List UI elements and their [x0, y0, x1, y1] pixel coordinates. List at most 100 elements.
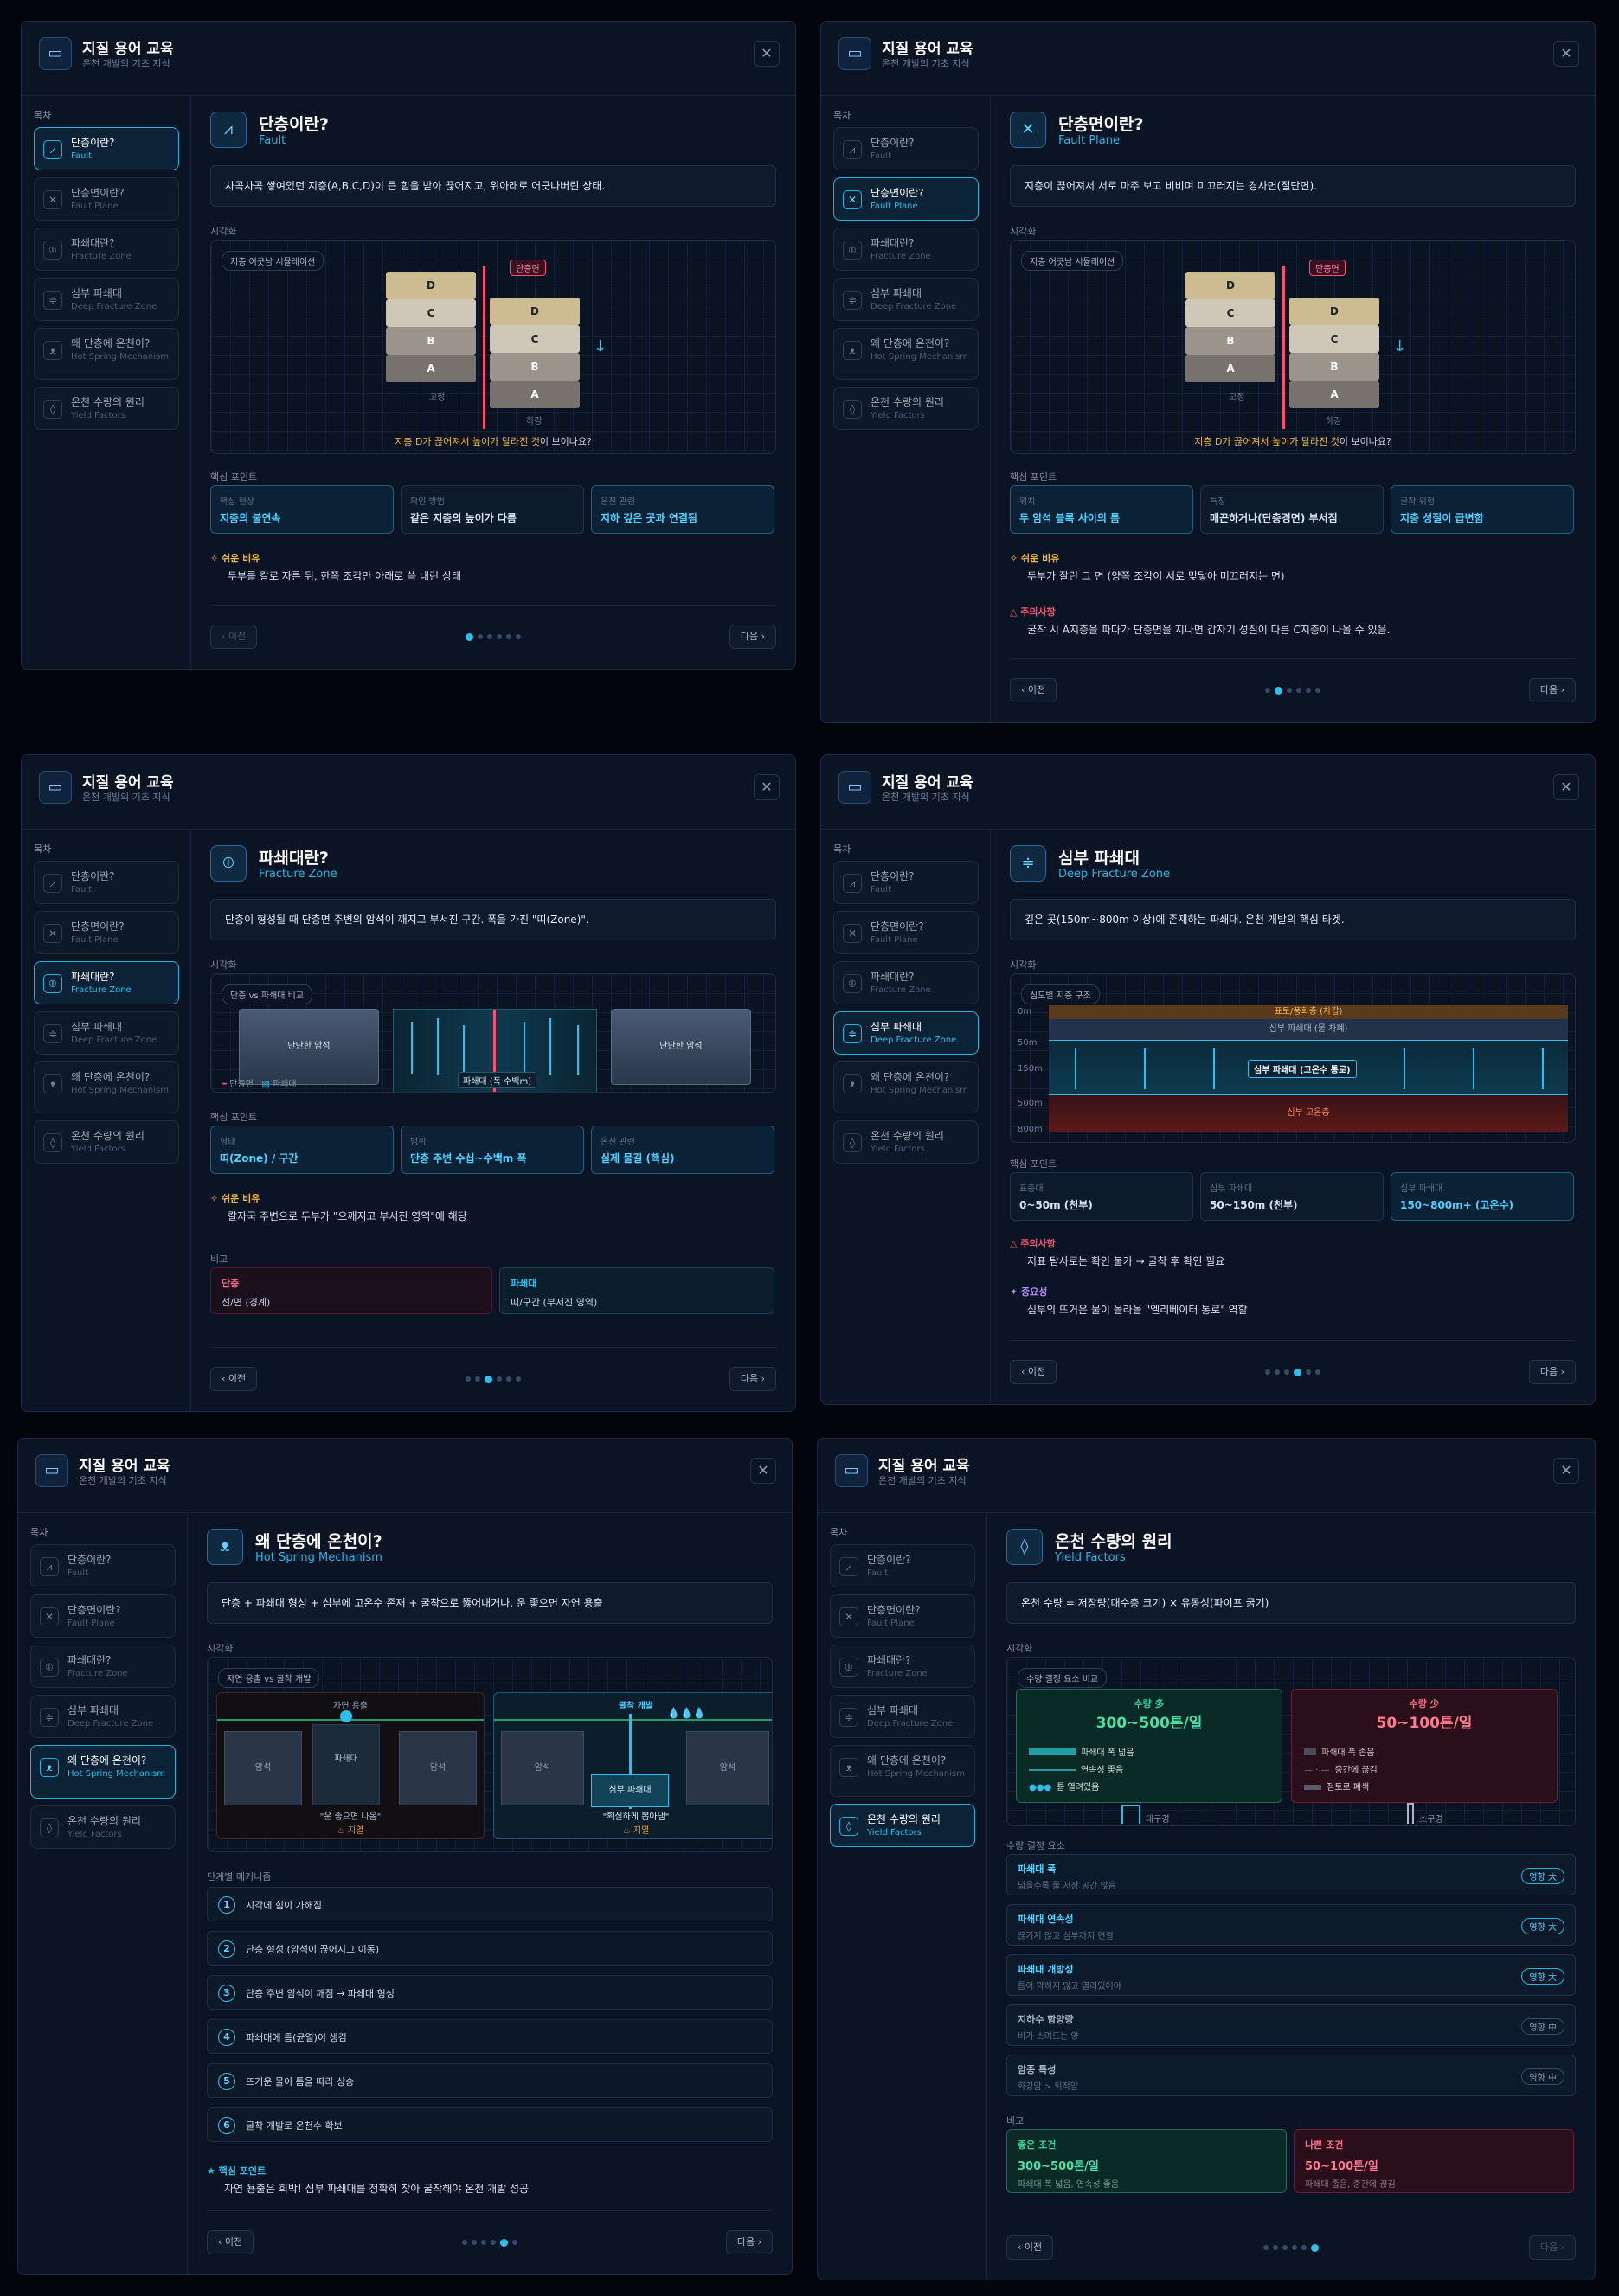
page-dot[interactable] [1315, 1369, 1320, 1375]
sidebar-item-deep-fracture[interactable]: ≑ 심부 파쇄대 Deep Fracture Zone [30, 1695, 176, 1738]
page-dot[interactable] [466, 1376, 471, 1382]
sidebar-item-yield[interactable]: ◊ 온천 수량의 원리 Yield Factors [30, 1805, 176, 1849]
sidebar-item-yield[interactable]: ◊ 온천 수량의 원리 Yield Factors [34, 1120, 179, 1164]
sidebar-item-deep-fracture[interactable]: ≑ 심부 파쇄대 Deep Fracture Zone [34, 1011, 179, 1055]
layer-c-shifted: C [490, 325, 580, 353]
page-dot[interactable] [1275, 1369, 1280, 1375]
key-point-card: 위치 두 암석 블록 사이의 틈 [1010, 485, 1193, 534]
sidebar-item-deep-fracture[interactable]: ≑ 심부 파쇄대 Deep Fracture Zone [833, 278, 979, 321]
close-button[interactable]: ✕ [754, 774, 780, 800]
page-dot[interactable] [516, 634, 521, 639]
prev-button[interactable]: ‹ 이전 [207, 2230, 254, 2254]
sidebar-item-fault[interactable]: ⩘ 단층이란? Fault [830, 1544, 975, 1587]
sidebar-item-yield[interactable]: ◊ 온천 수량의 원리 Yield Factors [833, 1120, 979, 1164]
page-dot[interactable] [475, 1376, 480, 1382]
next-button[interactable]: 다음 › [729, 1367, 776, 1391]
sidebar-item-deep-fracture[interactable]: ≑ 심부 파쇄대 Deep Fracture Zone [830, 1695, 975, 1738]
page-dot[interactable] [1263, 2245, 1269, 2250]
prev-button[interactable]: ‹ 이전 [210, 1367, 258, 1391]
page-dot[interactable] [497, 634, 502, 639]
page-dot[interactable] [472, 2240, 477, 2245]
sidebar-item-hot-spring[interactable]: ᴥ왜 단층에 온천이? Hot Spring Mechanism [833, 1061, 979, 1113]
sidebar-item-hot-spring[interactable]: ᴥ왜 단층에 온천이? Hot Spring Mechanism [34, 1061, 179, 1113]
sidebar-item-fracture-zone[interactable]: ⦶ 파쇄대란? Fracture Zone [30, 1645, 176, 1688]
page-dot[interactable] [478, 634, 483, 639]
close-button[interactable]: ✕ [754, 41, 780, 67]
sidebar-item-fracture-zone[interactable]: ⦶ 파쇄대란? Fracture Zone [830, 1645, 975, 1688]
page-dot[interactable] [506, 1376, 511, 1382]
page-dot[interactable] [466, 632, 473, 641]
page-dot[interactable] [487, 634, 492, 639]
sidebar-item-fault[interactable]: ⩘ 단층이란? Fault [34, 127, 179, 170]
page-dot[interactable] [516, 1376, 521, 1382]
close-button[interactable]: ✕ [1553, 1458, 1579, 1484]
sidebar-item-fault-plane[interactable]: ✕ 단층면이란? Fault Plane [833, 911, 979, 954]
page-dot[interactable] [1306, 688, 1311, 693]
sidebar-item-hot-spring[interactable]: ᴥ왜 단층에 온천이? Hot Spring Mechanism [830, 1745, 975, 1797]
page-dot[interactable] [1315, 688, 1320, 693]
sidebar-item-fracture-zone[interactable]: ⦶ 파쇄대란? Fracture Zone [34, 228, 179, 271]
page-dot[interactable] [512, 2240, 517, 2245]
sidebar-item-fault[interactable]: ⩘ 단층이란? Fault [833, 127, 979, 170]
sidebar-item-yield[interactable]: ◊ 온천 수량의 원리 Yield Factors [830, 1804, 975, 1847]
prev-button[interactable]: ‹ 이전 [1010, 1360, 1057, 1384]
layer-b-shifted: B [1289, 353, 1379, 381]
page-dot[interactable] [1265, 688, 1270, 693]
sidebar-item-fault-plane[interactable]: ✕ 단층면이란? Fault Plane [830, 1594, 975, 1638]
sidebar-item-yield[interactable]: ◊ 온천 수량의 원리 Yield Factors [833, 387, 979, 430]
next-button[interactable]: 다음 › [725, 2230, 773, 2254]
sidebar-item-fault-plane[interactable]: ✕ 단층면이란? Fault Plane [30, 1594, 176, 1638]
page-dot[interactable] [500, 2238, 508, 2247]
prev-button[interactable]: ‹ 이전 [210, 625, 258, 649]
page-dot[interactable] [1282, 2245, 1288, 2250]
prev-button[interactable]: ‹ 이전 [1010, 678, 1057, 702]
page-dot[interactable] [1287, 688, 1292, 693]
sidebar-item-fault-plane[interactable]: ✕ 단층면이란? Fault Plane [34, 911, 179, 954]
page-dot[interactable] [497, 1376, 502, 1382]
sidebar-item-deep-fracture[interactable]: ≑ 심부 파쇄대 Deep Fracture Zone [833, 1011, 979, 1055]
sidebar-item-fault-plane[interactable]: ✕ 단층면이란? Fault Plane [833, 177, 979, 221]
sidebar-item-fault-plane[interactable]: ✕ 단층면이란? Fault Plane [34, 177, 179, 221]
sidebar-item-fracture-zone[interactable]: ⦶ 파쇄대란? Fracture Zone [833, 228, 979, 271]
sidebar-item-hot-spring[interactable]: ᴥ왜 단층에 온천이? Hot Spring Mechanism [34, 328, 179, 380]
sidebar-item-fault[interactable]: ⩘ 단층이란? Fault [833, 861, 979, 904]
close-button[interactable]: ✕ [1553, 774, 1579, 800]
sidebar-item-fault[interactable]: ⩘ 단층이란? Fault [34, 861, 179, 904]
page-dot[interactable] [1294, 1368, 1301, 1376]
page-dot[interactable] [491, 2240, 496, 2245]
page-dot[interactable] [1296, 688, 1301, 693]
pager: ‹ 이전 다음 › [207, 2210, 773, 2274]
page-dot[interactable] [1265, 1369, 1270, 1375]
sidebar-item-yield[interactable]: ◊ 온천 수량의 원리 Yield Factors [34, 387, 179, 430]
next-button[interactable]: 다음 › [1528, 2235, 1576, 2260]
page-dot[interactable] [1301, 2245, 1307, 2250]
sidebar-item-fracture-zone[interactable]: ⦶ 파쇄대란? Fracture Zone [833, 961, 979, 1004]
page-dot[interactable] [1275, 686, 1282, 695]
page-title-en: Deep Fracture Zone [1058, 868, 1171, 881]
page-dot[interactable] [1311, 2243, 1319, 2252]
easy-label: ✧ 쉬운 비유 [210, 1193, 260, 1204]
sidebar-item-fault[interactable]: ⩘ 단층이란? Fault [30, 1544, 176, 1587]
sidebar-item-deep-fracture[interactable]: ≑ 심부 파쇄대 Deep Fracture Zone [34, 278, 179, 321]
page-dot[interactable] [1284, 1369, 1289, 1375]
sidebar-item-hot-spring[interactable]: ᴥ왜 단층에 온천이? Hot Spring Mechanism [30, 1745, 176, 1799]
page-dot[interactable] [1306, 1369, 1311, 1375]
next-button[interactable]: 다음 › [1528, 678, 1576, 702]
sidebar-item-fracture-zone[interactable]: ⦶ 파쇄대란? Fracture Zone [34, 961, 179, 1004]
next-button[interactable]: 다음 › [729, 625, 776, 649]
page-dot[interactable] [506, 634, 511, 639]
page-dot[interactable] [481, 2240, 486, 2245]
page-dot[interactable] [485, 1375, 492, 1383]
page-dot[interactable] [1273, 2245, 1278, 2250]
close-button[interactable]: ✕ [750, 1458, 776, 1484]
close-button[interactable]: ✕ [1553, 41, 1579, 67]
layer-d-shifted: D [1289, 298, 1379, 325]
low-yield-item: 파쇄대 폭 좁음 [1304, 1745, 1375, 1758]
next-button[interactable]: 다음 › [1528, 1360, 1576, 1384]
page-dot[interactable] [1292, 2245, 1297, 2250]
sidebar-item-hot-spring[interactable]: ᴥ왜 단층에 온천이? Hot Spring Mechanism [833, 328, 979, 380]
page-dot[interactable] [462, 2240, 467, 2245]
prev-button[interactable]: ‹ 이전 [1006, 2235, 1054, 2260]
fixed-label: 고정 [1229, 393, 1245, 402]
page-title-en: Yield Factors [1055, 1551, 1126, 1564]
